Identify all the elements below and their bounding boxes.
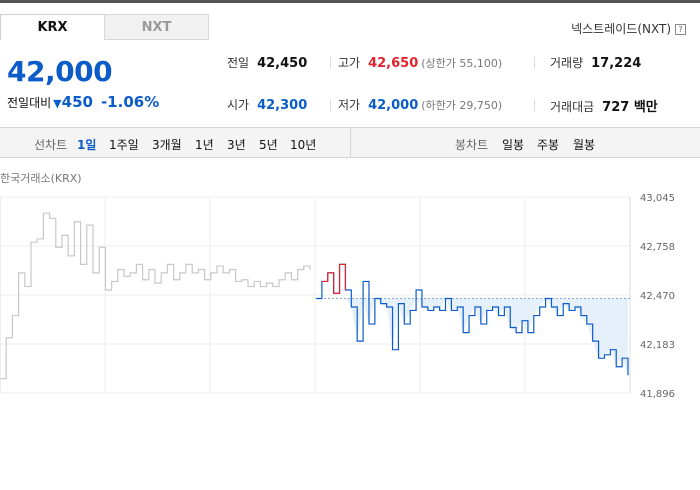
exchange-label: 한국거래소(KRX): [0, 172, 82, 185]
nxt-link[interactable]: 넥스트레이드(NXT)?: [571, 20, 686, 37]
divider: [330, 57, 331, 69]
change-value: 450: [61, 93, 93, 111]
stat-label: 고가: [338, 56, 361, 70]
period-1w[interactable]: 1주일: [109, 136, 139, 153]
stat-value: 42,450: [257, 56, 308, 71]
tab-nxt[interactable]: NXT: [104, 14, 209, 40]
prev-day-series: [0, 212, 311, 380]
stat-low: 저가 42,000 (하한가 29,750): [338, 96, 502, 113]
chart-toolbar: 선차트 1일 1주일 3개월 1년 3년 5년 10년 봉차트 일봉 주봉 월봉: [0, 127, 700, 158]
y-tick-label: 43,045: [640, 193, 675, 204]
current-price: 42,000: [7, 55, 113, 88]
toolbar-divider: [350, 128, 351, 157]
stat-high: 고가 42,650 (상한가 55,100): [338, 54, 502, 71]
stat-value: 727 백만: [602, 100, 658, 115]
period-5y[interactable]: 5년: [259, 136, 278, 153]
y-tick-label: 42,470: [640, 291, 675, 302]
nxt-link-label: 넥스트레이드(NXT): [571, 22, 671, 36]
price-change: 전일대비 ▼450 -1.06%: [7, 93, 159, 111]
line-chart-label: 선차트: [34, 138, 68, 152]
candle-chart-label: 봉차트: [455, 138, 489, 152]
stat-label: 거래량: [550, 56, 584, 70]
stat-label: 거래대금: [550, 100, 595, 114]
tab-krx[interactable]: KRX: [0, 14, 105, 40]
divider: [534, 57, 535, 69]
stat-open: 시가 42,300: [227, 96, 307, 113]
lower-limit: (하한가 29,750): [421, 99, 503, 112]
y-tick-label: 41,896: [640, 389, 675, 400]
period-weekly[interactable]: 주봉: [537, 136, 559, 153]
period-1d[interactable]: 1일: [77, 136, 96, 153]
stat-value: 17,224: [591, 56, 642, 71]
stat-label: 저가: [338, 98, 361, 112]
stat-prev-close: 전일 42,450: [227, 54, 307, 71]
today-series: [316, 263, 629, 376]
change-percent: -1.06%: [100, 93, 160, 111]
period-3y[interactable]: 3년: [227, 136, 246, 153]
period-monthly[interactable]: 월봉: [573, 136, 595, 153]
stat-value: 42,300: [257, 98, 308, 113]
stat-value: 42,000: [368, 98, 419, 113]
stat-label: 전일: [227, 56, 250, 70]
above-reference-segment: [327, 272, 335, 294]
period-10y[interactable]: 10년: [290, 136, 316, 153]
above-reference-segment: [333, 264, 341, 294]
y-tick-label: 42,758: [640, 242, 675, 253]
intraday-chart: 43,045 42,758 42,470 42,183 41,896: [0, 193, 675, 400]
period-3m[interactable]: 3개월: [152, 136, 182, 153]
period-daily[interactable]: 일봉: [502, 136, 524, 153]
upper-limit: (상한가 55,100): [421, 57, 503, 70]
change-label: 전일대비: [7, 96, 52, 110]
divider: [534, 99, 535, 111]
down-triangle-icon: ▼: [53, 97, 62, 110]
above-reference-segment: [339, 263, 347, 290]
top-border: [0, 0, 700, 3]
above-reference-segment: [321, 272, 329, 283]
stat-turnover: 거래대금 727 백만: [550, 96, 658, 115]
y-tick-label: 42,183: [640, 340, 675, 351]
stat-volume: 거래량 17,224: [550, 54, 641, 71]
help-icon[interactable]: ?: [675, 24, 686, 35]
stat-label: 시가: [227, 98, 250, 112]
divider: [330, 99, 331, 111]
stat-value: 42,650: [368, 56, 419, 71]
period-1y[interactable]: 1년: [195, 136, 214, 153]
